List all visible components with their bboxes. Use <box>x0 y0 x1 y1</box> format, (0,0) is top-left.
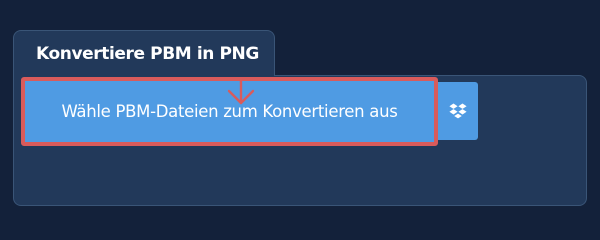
dropbox-icon <box>449 103 467 118</box>
down-arrow-icon <box>227 78 255 105</box>
converter-tab: Konvertiere PBM in PNG <box>13 30 275 76</box>
converter-title: Konvertiere PBM in PNG <box>36 44 259 64</box>
dropbox-button[interactable] <box>438 82 478 140</box>
